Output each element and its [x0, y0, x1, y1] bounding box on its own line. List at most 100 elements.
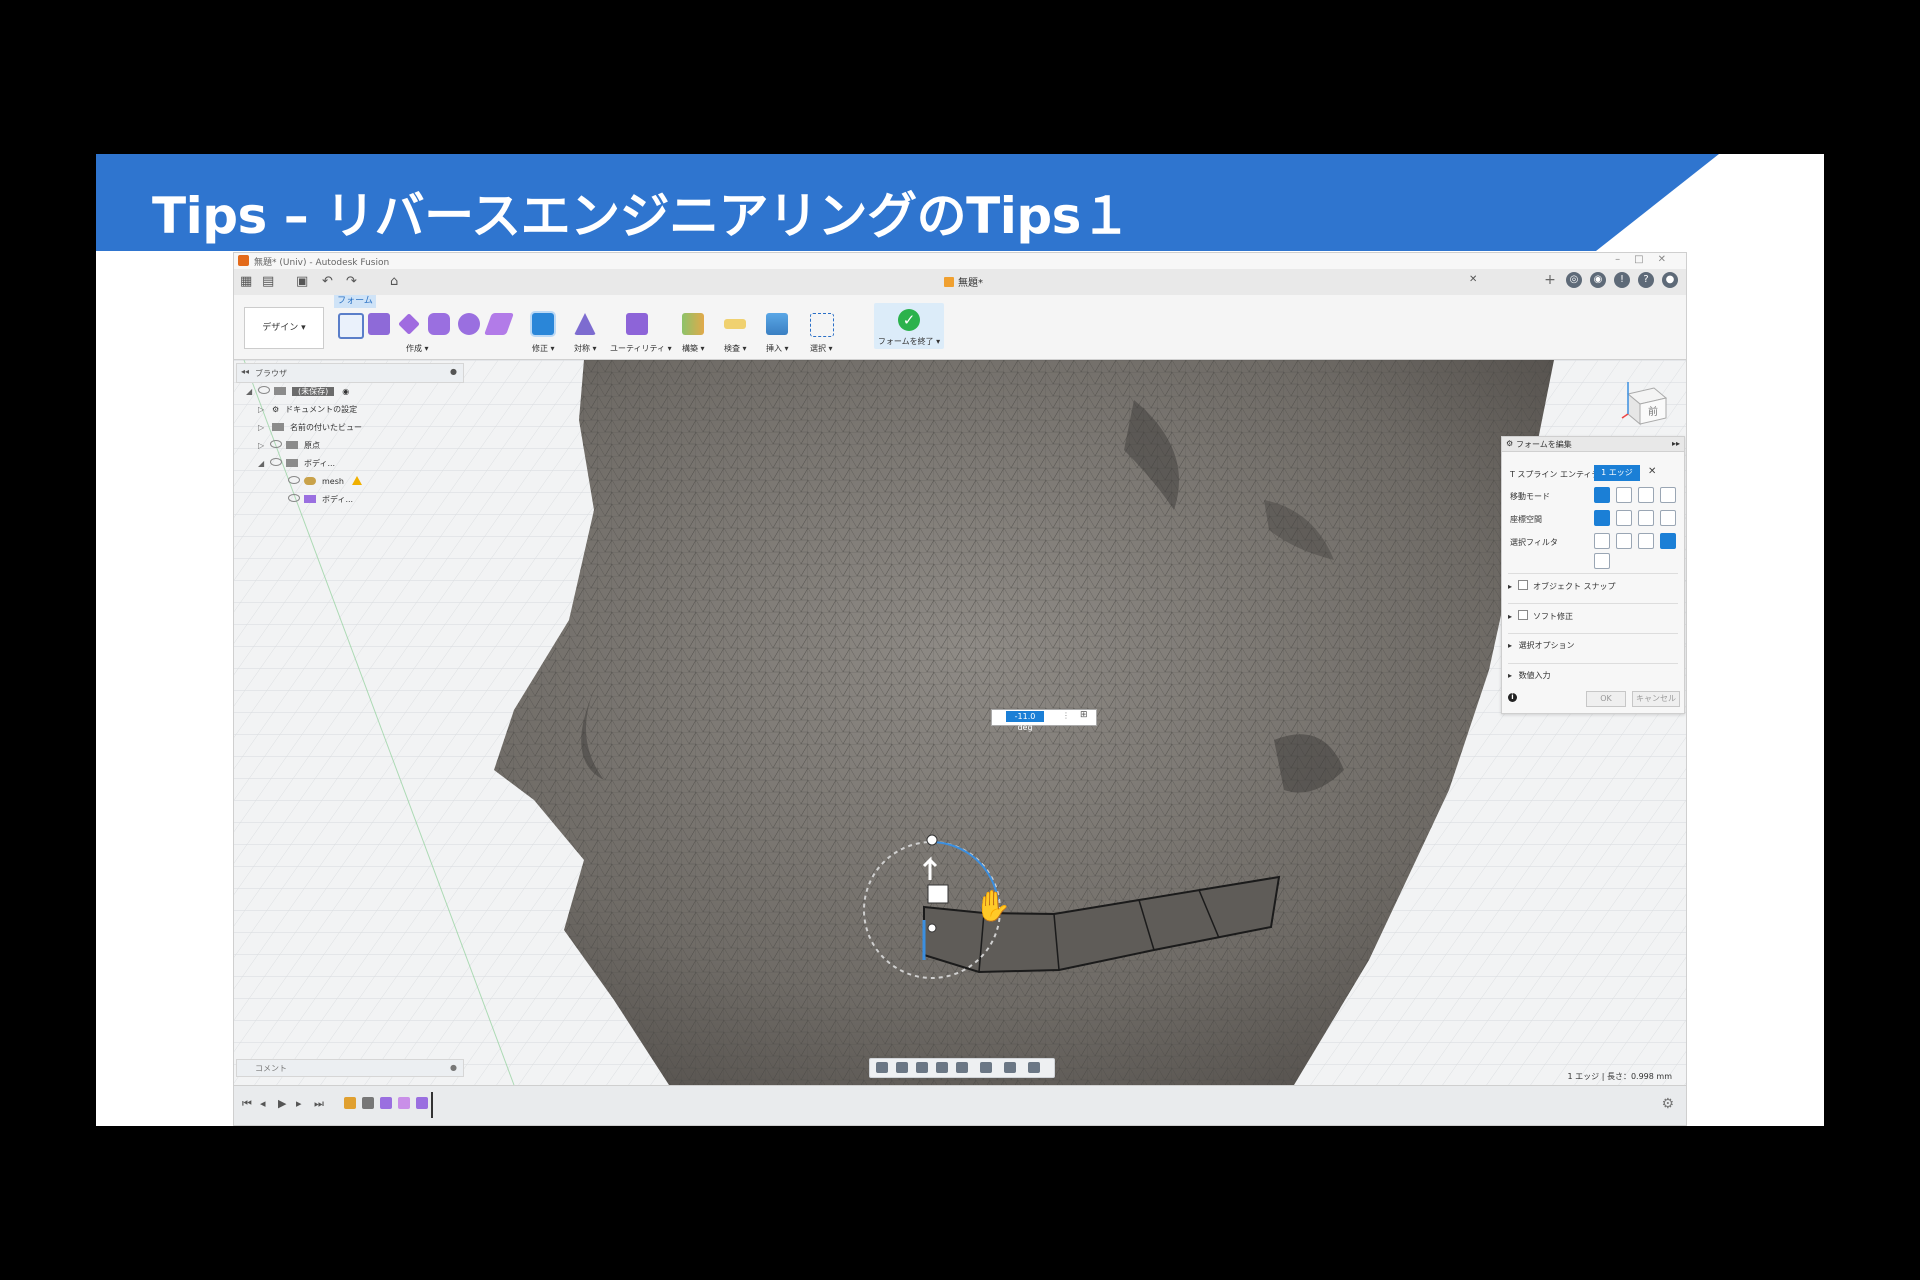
scale-icon[interactable] — [1660, 487, 1676, 503]
tree-item-root[interactable]: ◢ (未保存) ◉ — [246, 383, 362, 401]
all-filter-icon[interactable] — [1660, 533, 1676, 549]
section-object-snap[interactable]: ▸ オブジェクト スナップ — [1508, 573, 1678, 592]
step-forward-icon[interactable]: ▸ — [296, 1097, 302, 1110]
sphere-icon[interactable] — [458, 313, 480, 335]
object-snap-checkbox[interactable] — [1518, 580, 1529, 590]
orbit-icon[interactable] — [876, 1062, 888, 1073]
visibility-eye-icon[interactable] — [288, 476, 300, 484]
tree-item-named-views[interactable]: ▷ 名前の付いたビュー — [246, 419, 362, 437]
tree-item-document-settings[interactable]: ▷ ⚙ ドキュメントの設定 — [246, 401, 362, 419]
workspace-switcher[interactable]: デザイン ▾ — [244, 307, 324, 349]
window-controls[interactable]: –□✕ — [1615, 254, 1680, 265]
symmetry-icon[interactable] — [574, 313, 596, 335]
close-tab-icon[interactable]: ✕ — [1469, 274, 1477, 285]
pan-icon[interactable] — [916, 1062, 928, 1073]
visibility-eye-icon[interactable] — [288, 494, 300, 502]
timeline-feature-icon[interactable] — [416, 1097, 428, 1109]
vertex-filter-icon[interactable] — [1594, 533, 1610, 549]
visibility-eye-icon[interactable] — [270, 440, 282, 448]
view-space-icon[interactable] — [1616, 510, 1632, 526]
utilities-icon[interactable] — [626, 313, 648, 335]
tree-item-mesh[interactable]: mesh — [246, 473, 362, 491]
save-icon[interactable]: ▣ — [296, 274, 308, 289]
body-filter-icon[interactable] — [1594, 553, 1610, 569]
multi-transform-icon[interactable] — [1594, 487, 1610, 503]
file-menu-icon[interactable]: ▤ — [262, 274, 274, 289]
warning-icon[interactable] — [351, 476, 362, 485]
go-to-end-icon[interactable]: ⏭ — [314, 1097, 324, 1111]
browser-panel-header[interactable]: ◂◂ ブラウザ ● — [236, 363, 464, 383]
visibility-eye-icon[interactable] — [270, 458, 282, 466]
face-filter-icon[interactable] — [1638, 533, 1654, 549]
extensions-icon[interactable]: ◎ — [1566, 272, 1582, 288]
group-symmetry-label[interactable]: 対称 ▾ — [574, 343, 597, 354]
3d-viewport[interactable]: ✋ ◂◂ ブラウザ ● ◢ (未保存) ◉ ▷ ⚙ ドキュメントの設定 ▷ 名前の付いたビ… — [234, 360, 1686, 1085]
look-at-icon[interactable] — [896, 1062, 908, 1073]
quadball-icon[interactable] — [483, 313, 515, 335]
box-icon[interactable] — [368, 313, 390, 335]
group-insert-label[interactable]: 挿入 ▾ — [766, 343, 789, 354]
select-window-icon[interactable] — [810, 313, 834, 337]
undo-icon[interactable]: ↶ — [322, 274, 333, 289]
fit-icon[interactable] — [956, 1062, 968, 1073]
edit-form-icon[interactable] — [532, 313, 554, 335]
add-comment-icon[interactable]: ● — [450, 1063, 457, 1072]
display-settings-icon[interactable] — [980, 1062, 992, 1073]
insert-image-icon[interactable] — [766, 313, 788, 335]
cancel-button[interactable]: キャンセル — [1632, 691, 1680, 707]
expand-input-icon[interactable]: ⊞ — [1080, 710, 1088, 720]
activate-radio-icon[interactable]: ◉ — [342, 387, 349, 396]
user-avatar-icon[interactable]: ● — [1662, 272, 1678, 288]
group-modify-label[interactable]: 修正 ▾ — [532, 343, 555, 354]
world-space-icon[interactable] — [1594, 510, 1610, 526]
clear-selection-icon[interactable]: ✕ — [1648, 466, 1656, 477]
apps-grid-icon[interactable]: ▦ — [240, 274, 252, 289]
viewcube[interactable]: 前 — [1618, 378, 1670, 426]
expand-icon[interactable]: ▸▸ — [1672, 439, 1680, 448]
translate-icon[interactable] — [1616, 487, 1632, 503]
new-tab-icon[interactable]: + — [1542, 272, 1558, 288]
home-icon[interactable]: ⌂ — [390, 274, 398, 289]
notifications-icon[interactable]: ! — [1614, 272, 1630, 288]
measure-icon[interactable] — [724, 319, 746, 329]
soft-modification-checkbox[interactable] — [1518, 610, 1529, 620]
timeline-feature-icon[interactable] — [362, 1097, 374, 1109]
tree-item-bodies[interactable]: ◢ ボディ... — [246, 455, 362, 473]
group-construct-label[interactable]: 構築 ▾ — [682, 343, 705, 354]
step-back-icon[interactable]: ◂ — [260, 1097, 266, 1110]
collapse-icon[interactable]: ◂◂ — [241, 367, 249, 376]
per-face-icon[interactable] — [1660, 510, 1676, 526]
plane-icon[interactable] — [398, 313, 420, 335]
timeline-marker[interactable] — [431, 1092, 433, 1118]
cylinder-icon[interactable] — [428, 313, 450, 335]
local-space-icon[interactable] — [1638, 510, 1654, 526]
pin-icon[interactable]: ● — [450, 367, 457, 376]
create-form-icon[interactable] — [338, 313, 364, 339]
group-inspect-label[interactable]: 検査 ▾ — [724, 343, 747, 354]
rotate-icon[interactable] — [1638, 487, 1654, 503]
info-icon[interactable]: i — [1508, 693, 1517, 702]
section-soft-modification[interactable]: ▸ ソフト修正 — [1508, 603, 1678, 622]
section-numerical-input[interactable]: ▸ 数値入力 — [1508, 663, 1678, 681]
timeline-settings-gear-icon[interactable]: ⚙ — [1661, 1096, 1674, 1112]
redo-icon[interactable]: ↷ — [346, 274, 357, 289]
entity-selection-chip[interactable]: 1 エッジ — [1594, 465, 1640, 481]
finish-form-button[interactable]: ✓ フォームを終了 ▾ — [874, 303, 944, 349]
group-utilities-label[interactable]: ユーティリティ ▾ — [610, 343, 672, 354]
construct-icon[interactable] — [682, 313, 704, 335]
help-icon[interactable]: ? — [1638, 272, 1654, 288]
timeline-feature-icon[interactable] — [380, 1097, 392, 1109]
document-tab[interactable]: 無題* — [944, 274, 983, 289]
tree-item-origin[interactable]: ▷ 原点 — [246, 437, 362, 455]
angle-input-box[interactable]: -11.0 deg ⋮ ⊞ — [991, 709, 1097, 732]
zoom-icon[interactable] — [936, 1062, 948, 1073]
job-status-icon[interactable]: ◉ — [1590, 272, 1606, 288]
tree-item-tspline-body[interactable]: ボディ... — [246, 491, 362, 509]
timeline-feature-icon[interactable] — [398, 1097, 410, 1109]
play-icon[interactable]: ▶ — [278, 1097, 286, 1110]
section-selection-options[interactable]: ▸ 選択オプション — [1508, 633, 1678, 651]
timeline-feature-icon[interactable] — [344, 1097, 356, 1109]
tab-form[interactable]: フォーム — [334, 295, 376, 308]
angle-value[interactable]: -11.0 deg — [1006, 711, 1044, 732]
ok-button[interactable]: OK — [1586, 691, 1626, 707]
